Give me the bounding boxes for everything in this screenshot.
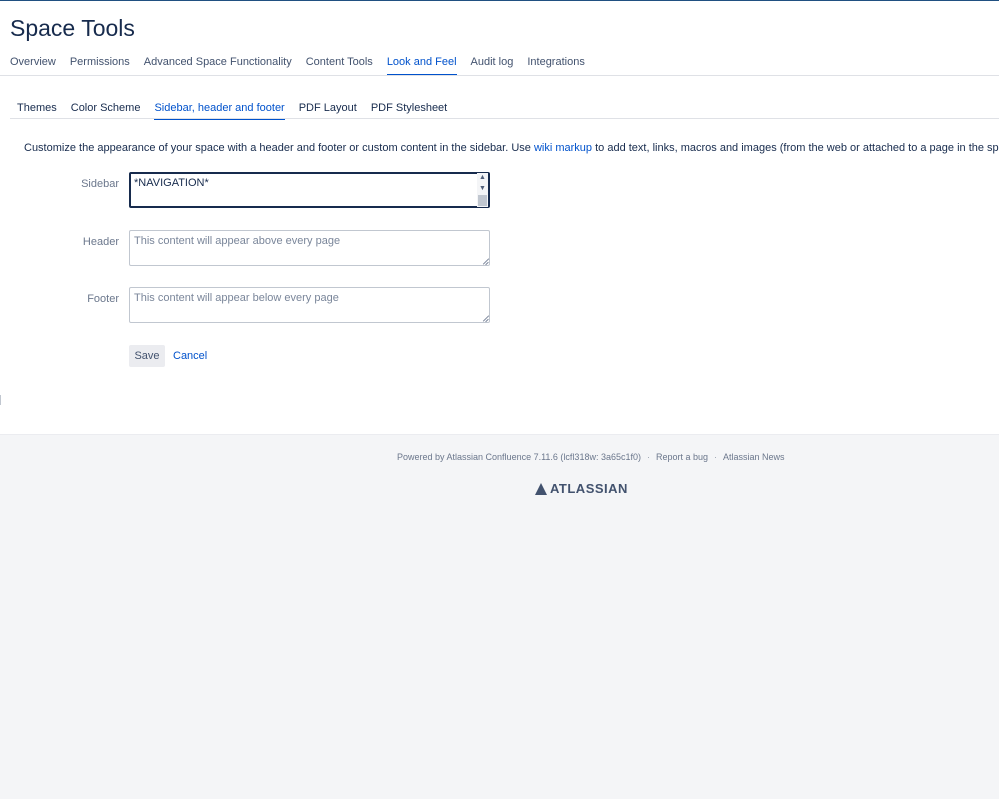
footer-resize-handle-icon[interactable] (481, 314, 489, 322)
page-title: Space Tools (10, 15, 135, 41)
header-label: Header (82, 236, 119, 248)
footer-label: Footer (87, 293, 119, 305)
footer-separator: · (714, 452, 718, 462)
edge-marker (0, 395, 1, 405)
footer-links: Powered by Atlassian Confluence 7.11.6 (… (397, 451, 785, 463)
scroll-up-icon[interactable]: ▲ (477, 173, 488, 183)
subtab-themes[interactable]: Themes (17, 100, 57, 120)
report-bug-link[interactable]: Report a bug (656, 452, 708, 462)
sidebar-textarea[interactable]: *NAVIGATION* (129, 172, 490, 208)
save-button[interactable]: Save (129, 345, 165, 367)
sub-nav-divider (10, 118, 999, 119)
description-after: to add text, links, macros and images (f… (592, 142, 999, 154)
tab-advanced-space-functionality[interactable]: Advanced Space Functionality (144, 54, 292, 76)
atlassian-logo-icon (535, 482, 547, 495)
subtab-sidebar-header-footer[interactable]: Sidebar, header and footer (154, 100, 285, 120)
footer-separator: · (646, 452, 650, 462)
atlassian-wordmark: ATLASSIAN (550, 481, 628, 496)
tab-overview[interactable]: Overview (10, 54, 56, 76)
subtab-pdf-stylesheet[interactable]: PDF Stylesheet (371, 100, 447, 120)
atlassian-logo: ATLASSIAN (535, 481, 628, 496)
sub-nav: Themes Color Scheme Sidebar, header and … (17, 100, 461, 120)
tab-audit-log[interactable]: Audit log (471, 54, 514, 76)
top-border (0, 0, 999, 1)
cancel-link[interactable]: Cancel (173, 348, 207, 364)
tab-content-tools[interactable]: Content Tools (306, 54, 373, 76)
main-nav: Overview Permissions Advanced Space Func… (10, 54, 599, 76)
sidebar-label: Sidebar (81, 178, 119, 190)
description-text: Customize the appearance of your space w… (24, 140, 999, 156)
sidebar-scrollbar[interactable]: ▲ ▼ (477, 173, 488, 207)
page-footer: Powered by Atlassian Confluence 7.11.6 (… (0, 434, 999, 799)
wiki-markup-link[interactable]: wiki markup (534, 142, 592, 154)
header-textarea[interactable] (129, 230, 490, 266)
scroll-thumb[interactable] (478, 195, 487, 206)
atlassian-news-link[interactable]: Atlassian News (723, 452, 785, 462)
tab-look-and-feel[interactable]: Look and Feel (386, 54, 457, 76)
main-nav-divider (0, 75, 999, 76)
powered-by-text: Powered by Atlassian Confluence 7.11.6 (… (397, 452, 641, 462)
subtab-pdf-layout[interactable]: PDF Layout (299, 100, 357, 120)
subtab-color-scheme[interactable]: Color Scheme (71, 100, 141, 120)
tab-permissions[interactable]: Permissions (70, 54, 130, 76)
footer-textarea[interactable] (129, 287, 490, 323)
description-before: Customize the appearance of your space w… (24, 142, 534, 154)
scroll-down-icon[interactable]: ▼ (477, 184, 488, 194)
header-resize-handle-icon[interactable] (481, 257, 489, 265)
tab-integrations[interactable]: Integrations (527, 54, 584, 76)
